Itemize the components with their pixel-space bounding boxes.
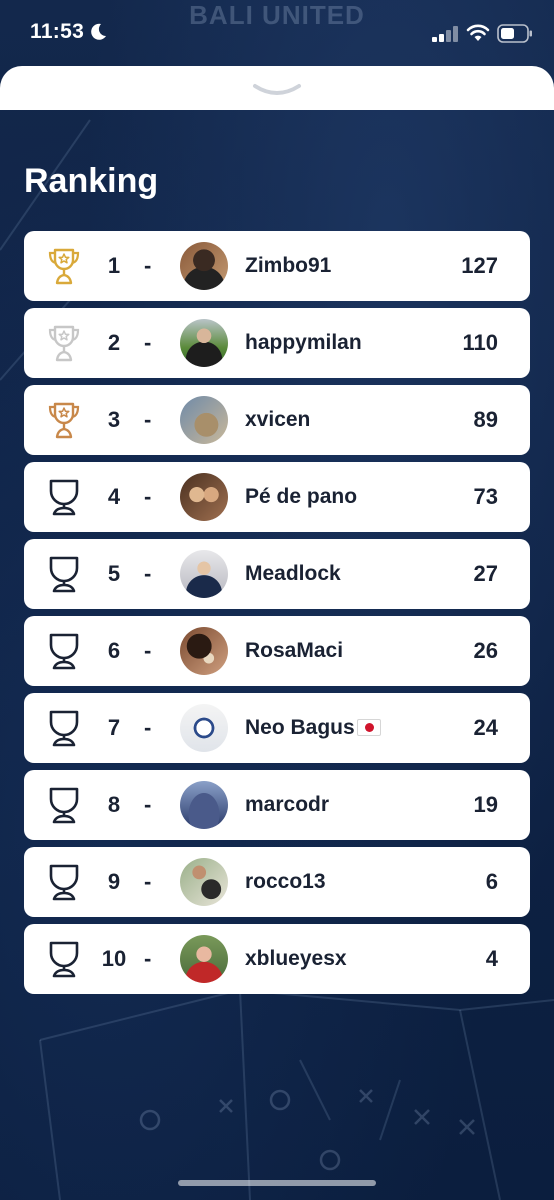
ranking-row[interactable]: 1- Zimbo91 127 bbox=[24, 231, 530, 301]
player-score: 4 bbox=[485, 946, 498, 971]
rank-number: 6 bbox=[107, 638, 121, 663]
ranking-list: 1- Zimbo91 127 2- happymilan 110 3- xvicen 89 4- P… bbox=[24, 231, 530, 1001]
trophy-icon bbox=[46, 862, 82, 902]
status-bar: BALI UNITED 11:53 bbox=[0, 0, 554, 66]
trophy-icon bbox=[46, 785, 82, 825]
player-score: 6 bbox=[485, 869, 498, 894]
avatar[interactable] bbox=[180, 473, 228, 521]
trophy-icon bbox=[46, 939, 82, 979]
player-name-text: xblueyesx bbox=[245, 947, 347, 970]
avatar[interactable] bbox=[180, 396, 228, 444]
status-time: 11:53 bbox=[30, 20, 85, 43]
battery-icon bbox=[497, 24, 532, 43]
player-name: RosaMaci bbox=[245, 616, 343, 686]
japan-flag-icon bbox=[356, 719, 381, 736]
player-score: 19 bbox=[473, 792, 498, 817]
avatar[interactable] bbox=[180, 627, 228, 675]
rank-separator: - bbox=[144, 946, 152, 971]
player-name-text: Pé de pano bbox=[245, 485, 358, 508]
player-name: Neo Bagus bbox=[245, 693, 381, 763]
avatar[interactable] bbox=[180, 319, 228, 367]
ranking-row[interactable]: 7- Neo Bagus 24 bbox=[24, 693, 530, 763]
player-name-text: RosaMaci bbox=[245, 639, 344, 662]
ranking-row[interactable]: 4- Pé de pano 73 bbox=[24, 462, 530, 532]
avatar[interactable] bbox=[180, 704, 228, 752]
player-name: happymilan bbox=[245, 308, 362, 378]
player-score: 110 bbox=[462, 330, 499, 355]
ranking-row[interactable]: 5- Meadlock 27 bbox=[24, 539, 530, 609]
player-name: marcodr bbox=[245, 770, 329, 840]
silver-trophy-icon bbox=[46, 323, 82, 363]
avatar[interactable] bbox=[180, 550, 228, 598]
trophy-icon bbox=[46, 554, 82, 594]
player-name-text: Zimbo91 bbox=[245, 254, 332, 277]
trophy-icon bbox=[46, 631, 82, 671]
rank-separator: - bbox=[144, 792, 152, 817]
wifi-icon bbox=[466, 24, 490, 41]
rank-separator: - bbox=[144, 253, 152, 278]
trophy-icon bbox=[46, 708, 82, 748]
player-name: Meadlock bbox=[245, 539, 341, 609]
player-name: xvicen bbox=[245, 385, 310, 455]
player-name: rocco13 bbox=[245, 847, 326, 917]
moon-icon bbox=[91, 23, 106, 40]
avatar[interactable] bbox=[180, 781, 228, 829]
rank-number: 5 bbox=[107, 561, 121, 586]
home-indicator[interactable] bbox=[178, 1180, 376, 1186]
rank-separator: - bbox=[144, 869, 152, 894]
ranking-row[interactable]: 2- happymilan 110 bbox=[24, 308, 530, 378]
player-name: xblueyesx bbox=[245, 924, 347, 994]
rank-separator: - bbox=[144, 330, 152, 355]
trophy-icon bbox=[46, 477, 82, 517]
sheet-handle-bar[interactable] bbox=[0, 66, 554, 110]
rank-number: 1 bbox=[107, 253, 121, 278]
ranking-row[interactable]: 10- xblueyesx 4 bbox=[24, 924, 530, 994]
player-name-text: marcodr bbox=[245, 793, 330, 816]
page-title: Ranking bbox=[24, 162, 159, 200]
player-score: 127 bbox=[461, 253, 498, 278]
rank-separator: - bbox=[144, 484, 152, 509]
rank-separator: - bbox=[144, 407, 152, 432]
rank-number: 10 bbox=[101, 946, 127, 971]
player-name: Pé de pano bbox=[245, 462, 357, 532]
ranking-row[interactable]: 6- RosaMaci 26 bbox=[24, 616, 530, 686]
player-score: 73 bbox=[473, 484, 498, 509]
player-name-text: rocco13 bbox=[245, 870, 326, 893]
signal-icon bbox=[432, 26, 458, 42]
ranking-row[interactable]: 3- xvicen 89 bbox=[24, 385, 530, 455]
player-name-text: Neo Bagus bbox=[245, 716, 355, 739]
avatar[interactable] bbox=[180, 935, 228, 983]
player-score: 26 bbox=[473, 638, 498, 663]
player-name: Zimbo91 bbox=[245, 231, 331, 301]
ranking-row[interactable]: 8- marcodr 19 bbox=[24, 770, 530, 840]
chevron-down-icon[interactable] bbox=[252, 82, 302, 98]
player-name-text: happymilan bbox=[245, 331, 362, 354]
rank-number: 8 bbox=[107, 792, 121, 817]
rank-number: 9 bbox=[107, 869, 121, 894]
rank-separator: - bbox=[144, 638, 152, 663]
avatar[interactable] bbox=[180, 858, 228, 906]
rank-number: 2 bbox=[107, 330, 121, 355]
rank-number: 3 bbox=[107, 407, 121, 432]
player-name-text: Meadlock bbox=[245, 562, 341, 585]
rank-separator: - bbox=[144, 715, 152, 740]
ranking-row[interactable]: 9- rocco13 6 bbox=[24, 847, 530, 917]
rank-number: 7 bbox=[107, 715, 121, 740]
rank-separator: - bbox=[144, 561, 152, 586]
player-score: 89 bbox=[473, 407, 498, 432]
avatar[interactable] bbox=[180, 242, 228, 290]
bronze-trophy-icon bbox=[46, 400, 82, 440]
rank-number: 4 bbox=[107, 484, 121, 509]
gold-trophy-icon bbox=[46, 246, 82, 286]
player-score: 27 bbox=[473, 561, 498, 586]
player-score: 24 bbox=[473, 715, 498, 740]
player-name-text: xvicen bbox=[245, 408, 311, 431]
